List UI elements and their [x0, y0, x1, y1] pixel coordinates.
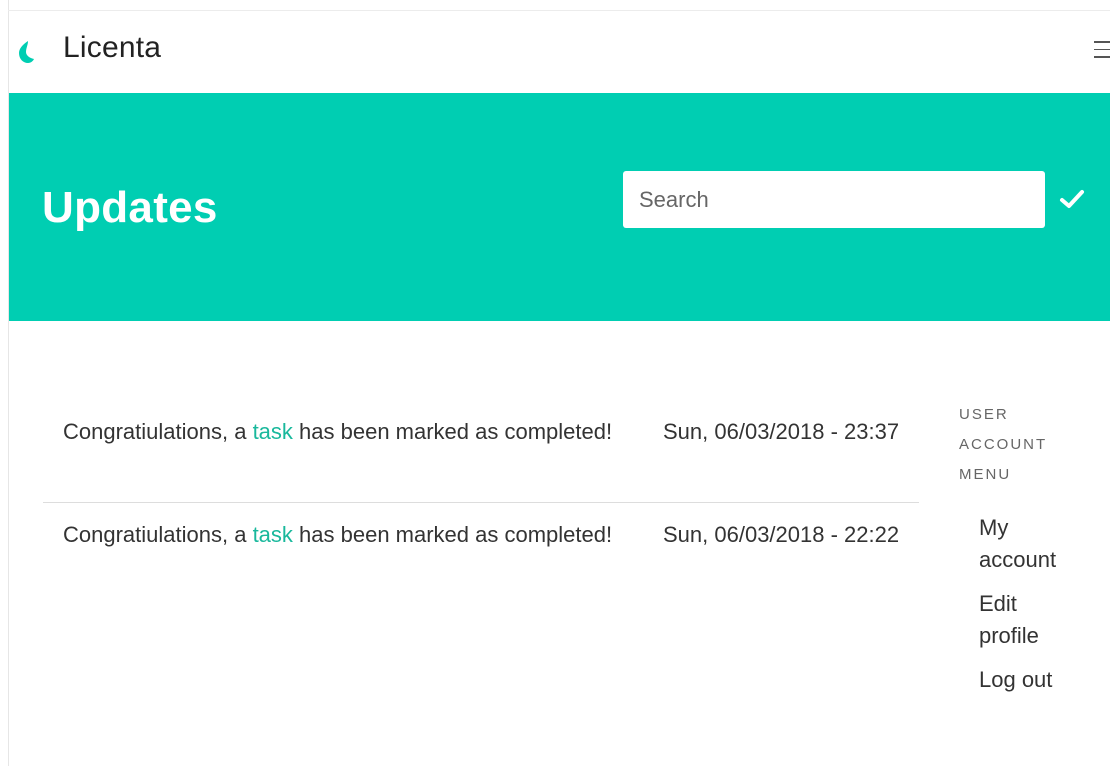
account-menu-item: Edit profile [979, 588, 1109, 652]
updates-list: Congratiulations, a task has been marked… [43, 400, 919, 605]
update-date: Sun, 06/03/2018 - 22:22 [663, 522, 900, 547]
update-message: Congratiulations, a task has been marked… [63, 517, 623, 553]
update-message-text: Congratiulations, a [63, 419, 253, 444]
menu-bar [1094, 48, 1110, 51]
update-date: Sun, 06/03/2018 - 23:37 [663, 419, 900, 444]
edit-profile-link[interactable]: Edit profile [979, 588, 1079, 652]
page-title: Updates [42, 183, 218, 232]
task-link[interactable]: task [253, 419, 293, 444]
account-menu-title: User account menu [959, 406, 1047, 483]
user-account-menu: User account menu My account Edit profil… [959, 400, 1109, 708]
account-menu-item: Log out [979, 664, 1109, 696]
hamburger-menu-icon[interactable] [1094, 41, 1110, 63]
update-message-text: has been marked as completed! [292, 522, 613, 547]
account-menu-item: My account [979, 512, 1109, 576]
drop-logo-icon[interactable] [18, 41, 34, 63]
update-row: Congratiulations, a task has been marked… [43, 400, 919, 503]
account-menu-list: My account Edit profile Log out [959, 512, 1109, 696]
page: Licenta Updates Congratiulations, a task… [0, 0, 1110, 766]
update-message-text: Congratiulations, a [63, 522, 253, 547]
hero-banner: Updates [9, 93, 1110, 321]
site-header: Licenta [9, 11, 1110, 93]
menu-bar [1094, 56, 1110, 58]
task-link[interactable]: task [253, 522, 293, 547]
menu-bar [1094, 41, 1110, 43]
checkmark-icon[interactable] [1059, 187, 1085, 211]
log-out-link[interactable]: Log out [979, 664, 1079, 696]
site-name[interactable]: Licenta [63, 31, 161, 65]
search-input[interactable] [623, 171, 1045, 228]
update-message-text: has been marked as completed! [292, 419, 613, 444]
my-account-link[interactable]: My account [979, 512, 1079, 576]
update-message: Congratiulations, a task has been marked… [63, 414, 623, 450]
update-row: Congratiulations, a task has been marked… [43, 503, 919, 605]
